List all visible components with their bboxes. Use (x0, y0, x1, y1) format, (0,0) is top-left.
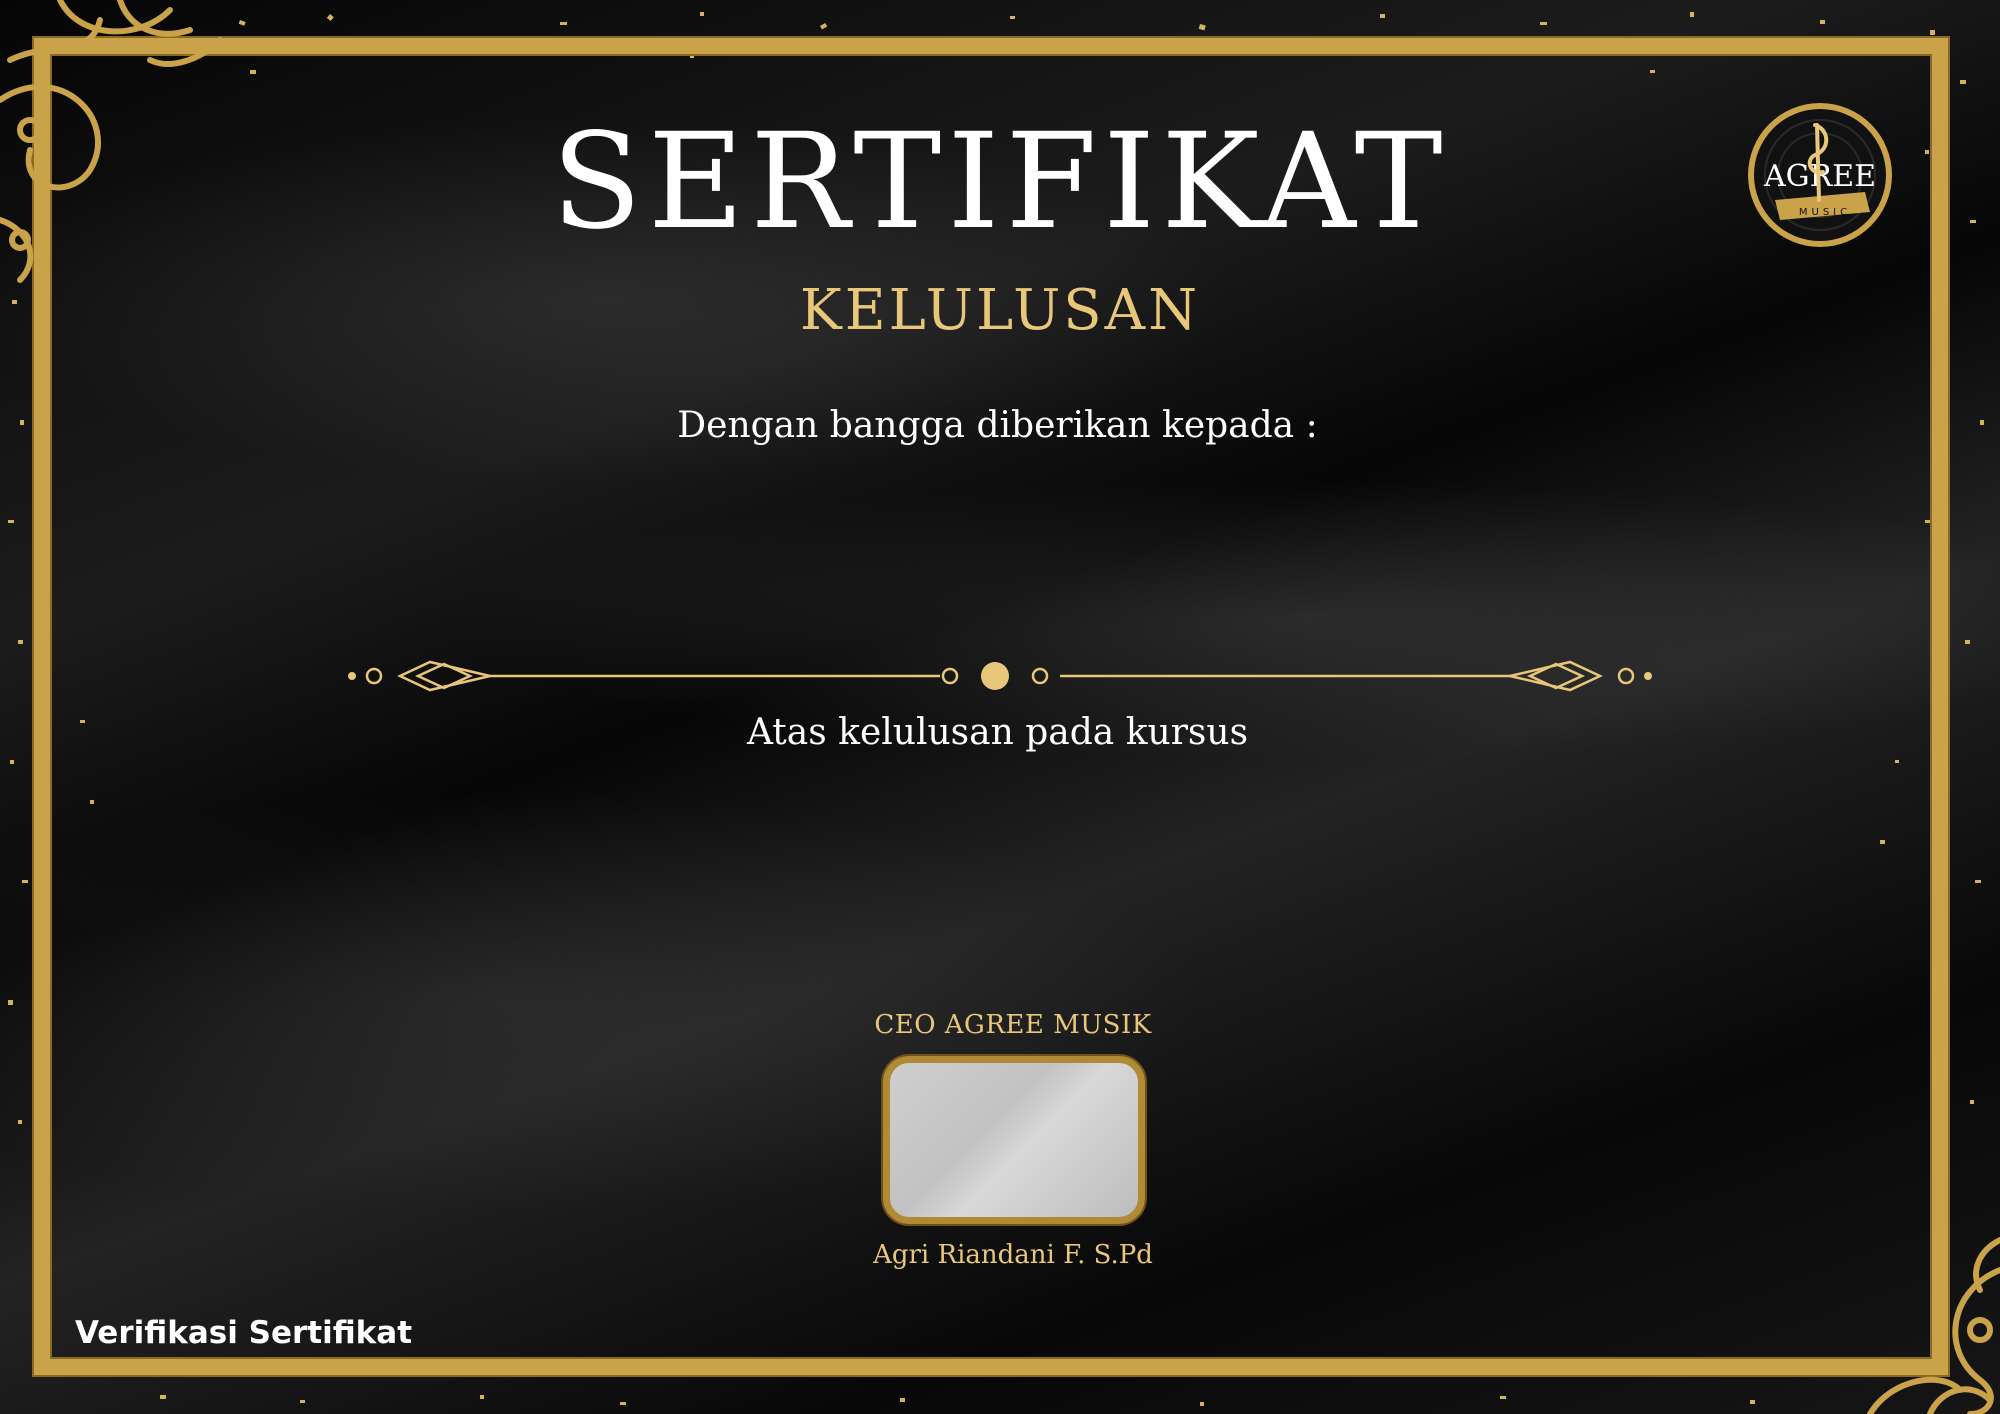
signatory-title: CEO AGREE MUSIK (874, 1010, 1152, 1040)
ornament-divider-icon (348, 660, 1652, 692)
signature-box (883, 1056, 1145, 1224)
certificate-title: SERTIFIKAT (551, 105, 1449, 259)
course-text: Atas kelulusan pada kursus (746, 712, 1249, 753)
certificate-subtitle: KELULUSAN (799, 278, 1201, 343)
signatory-name: Agri Riandani F. S.Pd (873, 1240, 1153, 1270)
verify-certificate-link[interactable]: Verifikasi Sertifikat (75, 1315, 412, 1351)
presented-to-text: Dengan bangga diberikan kepada : (677, 405, 1318, 446)
